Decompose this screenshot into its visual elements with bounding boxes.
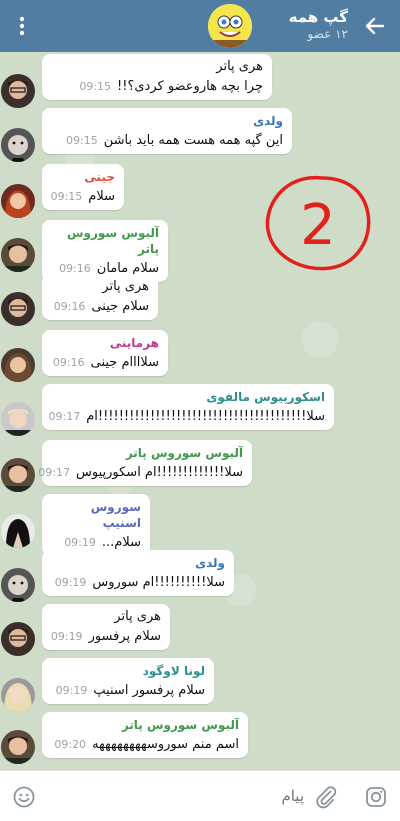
message-bubble: اسکورپیوس مالفوی سلا!!!!!!!!!!!!!!!!!!!!…	[42, 384, 334, 430]
message-text: سلام پرفسور	[88, 629, 161, 644]
message-text: این گپه همه هست همه باید باشن	[103, 133, 283, 148]
avatar[interactable]	[1, 348, 35, 382]
message-list[interactable]: 2 هری پاتر چرا بچه هاروعضو کردی؟!!09:15 …	[0, 52, 400, 770]
message-text: سلام	[88, 189, 115, 204]
message-text: اسم منم سوروسههههههههه	[92, 737, 239, 752]
message-bubble: آلبوس سوروس پاتر سلا!!!!!!!!!!!!!ام اسکو…	[38, 440, 252, 486]
avatar[interactable]	[1, 514, 35, 548]
avatar[interactable]	[1, 402, 35, 436]
message-time: 09:19	[55, 684, 88, 697]
message-bubble: سوروس اسنیپ سلام... 09:19	[42, 494, 150, 556]
chat-header: گپ همه ۱۲ عضو	[0, 0, 400, 52]
message-bubble: آلبوس سوروس پاتر اسم منم سوروسههههههههه 0…	[42, 712, 248, 758]
sender-name: جینی	[84, 170, 115, 184]
sender-name: ولدی	[195, 556, 225, 570]
sender-name: آلبوس سوروس پاتر	[125, 446, 243, 460]
message-text: سلا!!!!!!!!!!!!!ام اسکورپیوس	[76, 465, 243, 480]
message-text: سلام پرفسور اسنیپ	[93, 683, 205, 698]
message-time: 09:20	[54, 738, 87, 751]
message-time: 09:17	[48, 410, 81, 423]
message-time: 09:15	[50, 190, 83, 203]
sender-name: ولدی	[253, 114, 283, 128]
message-text: چرا بچه هاروعضو کردی؟!!	[117, 79, 263, 94]
message-bubble: هرماینی سلاااام جینی 09:16	[42, 330, 168, 376]
emoji-icon[interactable]	[12, 785, 36, 809]
message-text: سلا!!!!!!!!!!!!!!!!!!!!!!!!!!!!!!!!!!!!!…	[86, 409, 325, 424]
chat-title-area[interactable]: گپ همه ۱۲ عضو	[289, 8, 348, 42]
back-arrow-icon[interactable]	[362, 13, 388, 39]
message-bubble: هری پاتر چرا بچه هاروعضو کردی؟!! 09:15	[42, 54, 272, 100]
avatar[interactable]	[1, 458, 35, 492]
message-time: 09:19	[64, 536, 96, 549]
sender-name: آلبوس سوروس پاتر	[66, 226, 159, 256]
message-text: سلاااام جینی	[90, 355, 159, 370]
sender-name: هری پاتر	[114, 609, 161, 624]
message-time: 09:17	[38, 466, 70, 479]
message-text: سلا!!!!!!!!!!ام سوروس	[92, 575, 225, 590]
member-count: ۱۲ عضو	[307, 27, 348, 41]
message-time: 09:19	[50, 630, 83, 643]
message-bubble: هری پاتر سلام پرفسور 09:19	[42, 604, 170, 650]
attachment-icon[interactable]	[314, 785, 338, 809]
message-bubble: ولدی این گپه همه هست همه باید باشن 09:15	[42, 108, 292, 154]
more-options-icon[interactable]	[10, 14, 34, 38]
avatar[interactable]	[1, 568, 35, 602]
message-bubble: جینی سلام 09:15	[42, 164, 124, 210]
sender-name: سوروس اسنیپ	[90, 500, 141, 530]
message-bubble: ولدی سلا!!!!!!!!!!ام سوروس 09:19	[42, 550, 234, 596]
sender-name: آلبوس سوروس پاتر	[121, 718, 239, 732]
avatar[interactable]	[1, 128, 35, 162]
message-bubble: هری پاتر سلام جینی 09:16	[42, 274, 158, 320]
message-text: سلام جینی	[91, 299, 149, 314]
sender-name: لونا لاوگود	[142, 664, 205, 678]
message-time: 09:19	[54, 576, 87, 589]
avatar[interactable]	[1, 238, 35, 272]
annotation-number: 2	[300, 193, 336, 258]
message-time: 09:16	[53, 300, 86, 313]
avatar[interactable]	[1, 622, 35, 656]
sender-name: هرماینی	[109, 336, 159, 350]
message-input[interactable]	[50, 781, 304, 811]
instagram-camera-icon[interactable]	[364, 785, 388, 809]
hand-drawn-annotation: 2	[265, 176, 371, 271]
sender-name: هری پاتر	[102, 279, 149, 294]
avatar[interactable]	[1, 730, 35, 764]
sender-name: هری پاتر	[216, 59, 263, 74]
avatar[interactable]	[1, 292, 35, 326]
message-bubble: لونا لاوگود سلام پرفسور اسنیپ 09:19	[42, 658, 214, 704]
group-avatar[interactable]	[208, 4, 252, 48]
message-composer	[0, 770, 400, 821]
message-bubble: آلبوس سوروس پاتر سلام مامان09:16	[42, 220, 168, 282]
avatar[interactable]	[1, 74, 35, 108]
avatar[interactable]	[1, 184, 35, 218]
avatar[interactable]	[1, 678, 35, 712]
message-time: 09:15	[66, 134, 98, 147]
message-text: سلام...	[101, 535, 141, 550]
message-time: 09:16	[52, 356, 85, 369]
sender-name: اسکورپیوس مالفوی	[206, 390, 325, 404]
chat-title: گپ همه	[288, 8, 348, 26]
message-time: 09:15	[79, 80, 112, 93]
